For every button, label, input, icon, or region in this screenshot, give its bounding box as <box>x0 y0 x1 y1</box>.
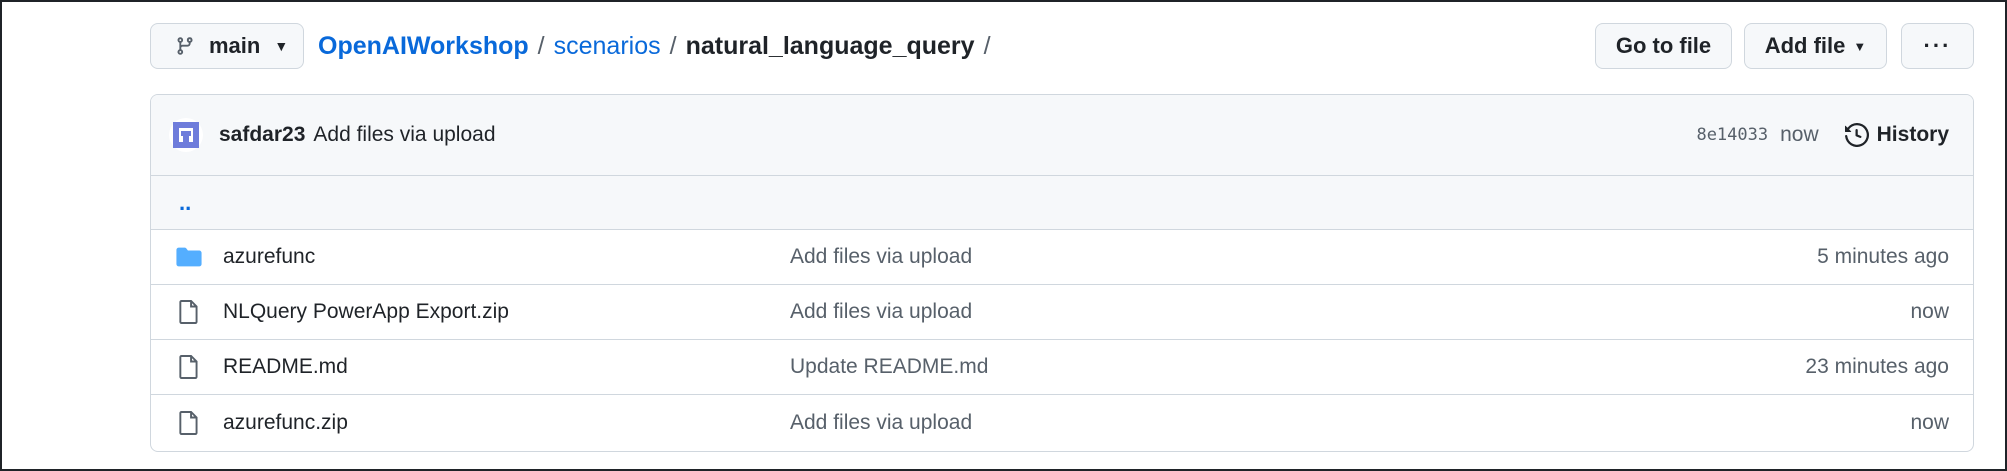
breadcrumb-separator: / <box>537 31 545 60</box>
breadcrumb-current: natural_language_query <box>685 31 975 60</box>
history-label: History <box>1876 123 1949 146</box>
branch-name: main <box>209 33 261 58</box>
file-age: now <box>1910 410 1949 434</box>
file-commit-message-link[interactable]: Add files via upload <box>790 411 972 435</box>
file-name-link[interactable]: azurefunc.zip <box>223 411 790 435</box>
commit-author-link[interactable]: safdar23 <box>219 123 305 147</box>
more-options-button[interactable]: ··· <box>1901 23 1974 69</box>
file-name-link[interactable]: README.md <box>223 355 790 379</box>
commit-meta: 8e14033 now History <box>1696 123 1949 147</box>
git-branch-icon <box>177 37 193 55</box>
history-icon <box>1844 123 1869 147</box>
file-commit-message-link[interactable]: Add files via upload <box>790 300 972 324</box>
commit-message-link[interactable]: Add files via upload <box>313 123 495 147</box>
file-row: NLQuery PowerApp Export.zip Add files vi… <box>151 285 1973 340</box>
file-age: now <box>1910 300 1949 323</box>
avatar[interactable] <box>169 118 203 152</box>
folder-icon <box>175 243 203 271</box>
file-commit-message-link[interactable]: Update README.md <box>790 355 988 379</box>
file-icon <box>175 353 203 381</box>
go-to-file-button[interactable]: Go to file <box>1595 23 1732 69</box>
go-to-file-label: Go to file <box>1615 33 1712 58</box>
breadcrumb-folder-link[interactable]: scenarios <box>554 32 661 61</box>
breadcrumb-repo-link[interactable]: OpenAIWorkshop <box>318 32 529 61</box>
branch-selector-button[interactable]: main ▼ <box>150 23 304 69</box>
file-commit-message-link[interactable]: Add files via upload <box>790 245 972 269</box>
chevron-down-icon: ▼ <box>1853 38 1867 54</box>
breadcrumb-separator: / <box>669 31 677 60</box>
add-file-label: Add file <box>1764 33 1846 58</box>
file-row: azurefunc.zip Add files via upload now <box>151 395 1973 450</box>
file-row: README.md Update README.md 23 minutes ag… <box>151 340 1973 395</box>
history-button[interactable]: History <box>1844 123 1949 147</box>
commit-time: now <box>1780 123 1819 146</box>
kebab-horizontal-icon: ··· <box>1923 33 1952 58</box>
file-row: azurefunc Add files via upload 5 minutes… <box>151 230 1973 285</box>
file-name-link[interactable]: NLQuery PowerApp Export.zip <box>223 300 790 324</box>
breadcrumb: OpenAIWorkshop / scenarios / natural_lan… <box>318 23 1000 69</box>
file-icon <box>175 409 203 437</box>
repo-nav-bar: main ▼ OpenAIWorkshop / scenarios / natu… <box>150 23 1974 71</box>
chevron-down-icon: ▼ <box>274 38 289 54</box>
file-browser: safdar23 Add files via upload 8e14033 no… <box>150 94 1974 452</box>
parent-directory-link[interactable]: .. <box>151 176 1973 230</box>
breadcrumb-separator: / <box>983 31 991 60</box>
parent-directory-label: .. <box>179 189 192 215</box>
latest-commit-bar: safdar23 Add files via upload 8e14033 no… <box>151 95 1973 176</box>
file-icon <box>175 298 203 326</box>
file-age: 23 minutes ago <box>1805 355 1949 378</box>
add-file-button[interactable]: Add file ▼ <box>1744 23 1887 69</box>
file-age: 5 minutes ago <box>1817 245 1949 268</box>
commit-sha-link[interactable]: 8e14033 <box>1696 125 1768 145</box>
file-name-link[interactable]: azurefunc <box>223 245 790 269</box>
